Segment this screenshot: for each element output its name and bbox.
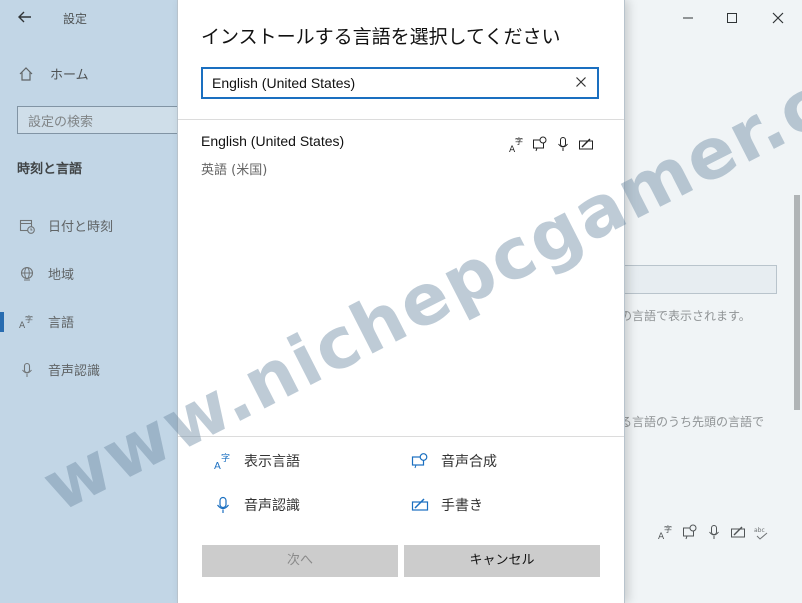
legend-text-to-speech: 音声合成 [411,451,497,471]
clear-search-button[interactable] [571,72,591,92]
install-language-dialog: インストールする言語を選択してください English (United Stat… [178,0,624,603]
text-to-speech-icon [532,136,548,152]
legend-display-language: A字 表示言語 [214,451,300,471]
display-language-icon: A字 [214,452,232,470]
handwriting-icon [578,136,594,152]
legend-label: 表示言語 [244,454,300,470]
svg-text:A: A [509,145,516,152]
handwriting-icon [411,496,429,514]
language-search-input[interactable] [212,74,562,92]
legend-label: 手書き [441,498,483,514]
legend-handwriting: 手書き [411,495,483,515]
microphone-icon [555,136,571,152]
language-search-box[interactable] [201,67,599,99]
cancel-button[interactable]: キャンセル [404,545,600,577]
next-button[interactable]: 次へ [202,545,398,577]
language-name: English (United States) [201,133,345,149]
text-to-speech-icon [411,452,429,470]
microphone-icon [214,496,232,514]
svg-text:A: A [214,461,221,470]
language-result-item[interactable]: English (United States) 英語 (米国) A字 [178,128,624,183]
divider [178,436,624,437]
svg-text:字: 字 [515,136,523,146]
legend-speech-recognition: 音声認識 [214,495,300,515]
close-icon [576,77,586,87]
language-native-name: 英語 (米国) [201,163,268,178]
divider [178,119,624,120]
display-language-icon: A字 [509,136,525,152]
feature-icons: A字 [509,136,594,152]
legend-label: 音声認識 [244,498,300,514]
dialog-title: インストールする言語を選択してください [201,26,561,48]
legend-label: 音声合成 [441,454,497,470]
svg-text:字: 字 [221,452,230,464]
